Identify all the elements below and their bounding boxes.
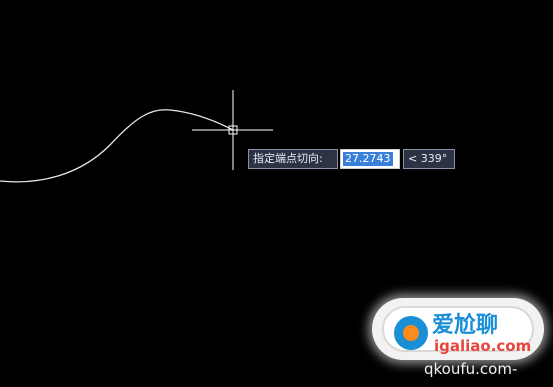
watermark-logo-icon bbox=[394, 316, 428, 350]
spline-curve[interactable] bbox=[0, 109, 234, 183]
dynamic-input-value-field[interactable]: 27.2743 bbox=[340, 149, 400, 169]
watermark-url: igaliao.com bbox=[434, 337, 532, 355]
watermark-url-secondary: qkoufu.com- bbox=[424, 360, 518, 378]
site-watermark: 爱尬聊 igaliao.com qkoufu.com- bbox=[372, 298, 544, 378]
dynamic-input-angle-field[interactable]: < 339° bbox=[403, 149, 455, 169]
dynamic-input-prompt-label: 指定端点切向: bbox=[253, 152, 323, 165]
watermark-title: 爱尬聊 bbox=[432, 313, 499, 338]
dynamic-input-value-text[interactable]: 27.2743 bbox=[343, 152, 393, 166]
dynamic-input-angle-text: < 339° bbox=[408, 152, 448, 165]
dynamic-input-prompt: 指定端点切向: bbox=[248, 149, 338, 169]
